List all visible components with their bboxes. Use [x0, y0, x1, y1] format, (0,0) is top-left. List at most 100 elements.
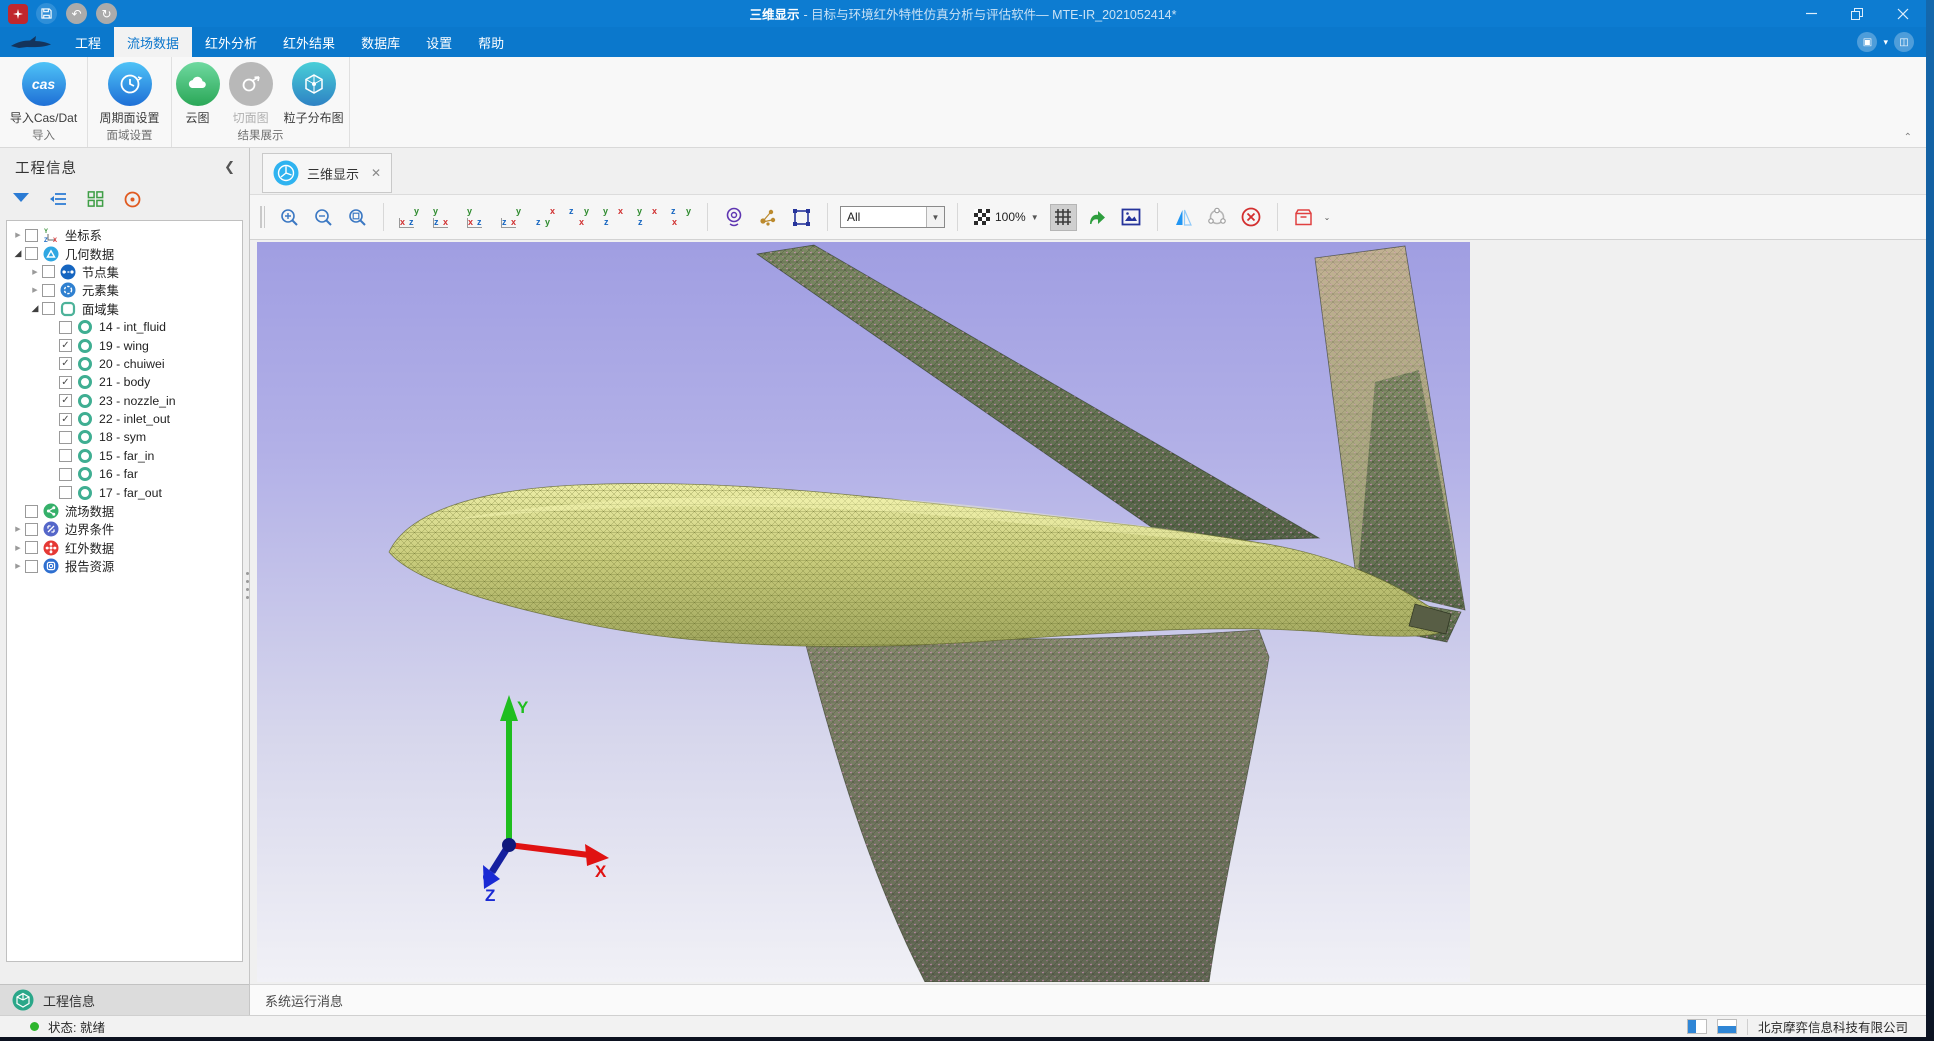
toolbar-grip[interactable]: [260, 206, 265, 228]
view-iso-3-icon[interactable]: zyx: [668, 204, 695, 231]
zoom-in-button[interactable]: [276, 204, 303, 231]
periodic-surface-button[interactable]: 周期面设置: [91, 60, 169, 127]
tree-item-checkbox[interactable]: [25, 560, 38, 573]
tree-item-checkbox[interactable]: [59, 449, 72, 462]
tree-item[interactable]: 18 - sym: [7, 428, 242, 446]
display-filter-select[interactable]: All ▼: [840, 206, 945, 228]
view-back-icon[interactable]: yzx: [430, 204, 457, 231]
layout-bottom-panel-icon[interactable]: [1717, 1019, 1737, 1034]
tree-item[interactable]: ▶节点集: [7, 263, 242, 281]
view-left-icon[interactable]: yxz: [464, 204, 491, 231]
menu-infrared-analysis[interactable]: 红外分析: [192, 27, 270, 57]
mirror-button[interactable]: [1170, 204, 1197, 231]
tree-collapse-icon[interactable]: ◢: [11, 248, 25, 259]
tree-expand-icon[interactable]: ▶: [11, 525, 25, 533]
menu-help[interactable]: 帮助: [465, 27, 517, 57]
target-icon[interactable]: [121, 188, 143, 210]
chevron-down-icon[interactable]: ⌄: [1324, 213, 1331, 222]
view-iso-2-icon[interactable]: yxz: [634, 204, 661, 231]
view-right-icon[interactable]: zxy: [498, 204, 525, 231]
snapshot-button[interactable]: [1118, 204, 1145, 231]
import-cas-dat-button[interactable]: cas 导入Cas/Dat: [5, 60, 83, 127]
zoom-fit-button[interactable]: [344, 204, 371, 231]
tree-item[interactable]: 流场数据: [7, 502, 242, 520]
tree-item-checkbox[interactable]: [59, 321, 72, 334]
restore-button[interactable]: [1834, 0, 1880, 27]
tree-item-checkbox[interactable]: [25, 541, 38, 554]
tree-item-checkbox[interactable]: [59, 486, 72, 499]
tree-expand-icon[interactable]: ▶: [11, 544, 25, 552]
tree-item[interactable]: ◢面域集: [7, 300, 242, 318]
tree-item[interactable]: ◢几何数据: [7, 244, 242, 262]
tree-item-checkbox[interactable]: [25, 523, 38, 536]
mesh-toggle-button[interactable]: [1050, 204, 1077, 231]
tree-item-checkbox[interactable]: [42, 284, 55, 297]
layout-left-panel-icon[interactable]: [1687, 1019, 1707, 1034]
ribbon-collapse-icon[interactable]: ⌃: [1904, 132, 1912, 143]
tree-item[interactable]: 15 - far_in: [7, 447, 242, 465]
tree-item[interactable]: ▶报告资源: [7, 557, 242, 575]
tree-item[interactable]: ✓20 - chuiwei: [7, 355, 242, 373]
tree-item[interactable]: ▶红外数据: [7, 539, 242, 557]
contour-plot-button[interactable]: 云图: [172, 60, 223, 127]
tree-item[interactable]: ✓21 - body: [7, 373, 242, 391]
chevron-down-icon[interactable]: ▾: [1883, 37, 1888, 48]
view-top-icon[interactable]: zyx: [532, 204, 559, 231]
view-front-icon[interactable]: xzy: [396, 204, 423, 231]
tree-item-checkbox[interactable]: [25, 247, 38, 260]
view-bottom-icon[interactable]: zyx: [566, 204, 593, 231]
node-trace-button[interactable]: [754, 204, 781, 231]
tree-item-checkbox[interactable]: ✓: [59, 394, 72, 407]
tree-item[interactable]: 17 - far_out: [7, 483, 242, 501]
tree-collapse-icon[interactable]: ◢: [28, 303, 42, 314]
tree-item-checkbox[interactable]: [42, 265, 55, 278]
probe-point-button[interactable]: [720, 204, 747, 231]
box-select-button[interactable]: [788, 204, 815, 231]
tab-3d-display[interactable]: 三维显示 ✕: [262, 153, 392, 193]
tree-expand-icon[interactable]: ▶: [28, 286, 42, 294]
tree-item[interactable]: ▶YZX坐标系: [7, 226, 242, 244]
tree-item[interactable]: 14 - int_fluid: [7, 318, 242, 336]
archive-box-button[interactable]: [1290, 204, 1317, 231]
tree-item-checkbox[interactable]: [59, 431, 72, 444]
tree-expand-icon[interactable]: ▶: [28, 268, 42, 276]
tree-item-checkbox[interactable]: ✓: [59, 357, 72, 370]
opacity-button[interactable]: 100% ▼: [970, 204, 1043, 231]
panel-collapse-icon[interactable]: ❮: [224, 159, 235, 175]
zoom-out-button[interactable]: [310, 204, 337, 231]
tree-item-checkbox[interactable]: [25, 229, 38, 242]
export-view-button[interactable]: [1084, 204, 1111, 231]
grid-view-icon[interactable]: [84, 188, 106, 210]
menu-infrared-results[interactable]: 红外结果: [270, 27, 348, 57]
tree-expand-icon[interactable]: ▶: [11, 231, 25, 239]
tree-item[interactable]: ✓23 - nozzle_in: [7, 392, 242, 410]
tree-item-checkbox[interactable]: ✓: [59, 376, 72, 389]
minimize-button[interactable]: [1788, 0, 1834, 27]
tree-item[interactable]: 16 - far: [7, 465, 242, 483]
panel-footer-tab[interactable]: 工程信息: [0, 984, 249, 1015]
theme-icon[interactable]: ▣: [1857, 32, 1877, 52]
tree-item-checkbox[interactable]: ✓: [59, 339, 72, 352]
tree-item[interactable]: ✓22 - inlet_out: [7, 410, 242, 428]
clear-all-button[interactable]: [1238, 204, 1265, 231]
tree-item[interactable]: ▶元素集: [7, 281, 242, 299]
tree-item[interactable]: ✓19 - wing: [7, 336, 242, 354]
particle-distribution-button[interactable]: 粒子分布图: [278, 60, 349, 127]
menu-engineering[interactable]: 工程: [62, 27, 114, 57]
filter-icon[interactable]: [10, 188, 32, 210]
tree-item[interactable]: ▶边界条件: [7, 520, 242, 538]
list-view-icon[interactable]: [47, 188, 69, 210]
tree-item-checkbox[interactable]: ✓: [59, 413, 72, 426]
tree-item-checkbox[interactable]: [42, 302, 55, 315]
combo-arrow-icon[interactable]: ▼: [926, 207, 944, 227]
menu-flowfield-data[interactable]: 流场数据: [114, 27, 192, 57]
tab-close-icon[interactable]: ✕: [371, 166, 381, 180]
tree-item-checkbox[interactable]: [59, 468, 72, 481]
menu-database[interactable]: 数据库: [348, 27, 413, 57]
viewport-3d[interactable]: Y X Z: [257, 242, 1470, 982]
rotate-ring-button[interactable]: [1204, 204, 1231, 231]
view-iso-1-icon[interactable]: yzx: [600, 204, 627, 231]
close-button[interactable]: [1880, 0, 1926, 27]
tree-expand-icon[interactable]: ▶: [11, 562, 25, 570]
tree-item-checkbox[interactable]: [25, 505, 38, 518]
